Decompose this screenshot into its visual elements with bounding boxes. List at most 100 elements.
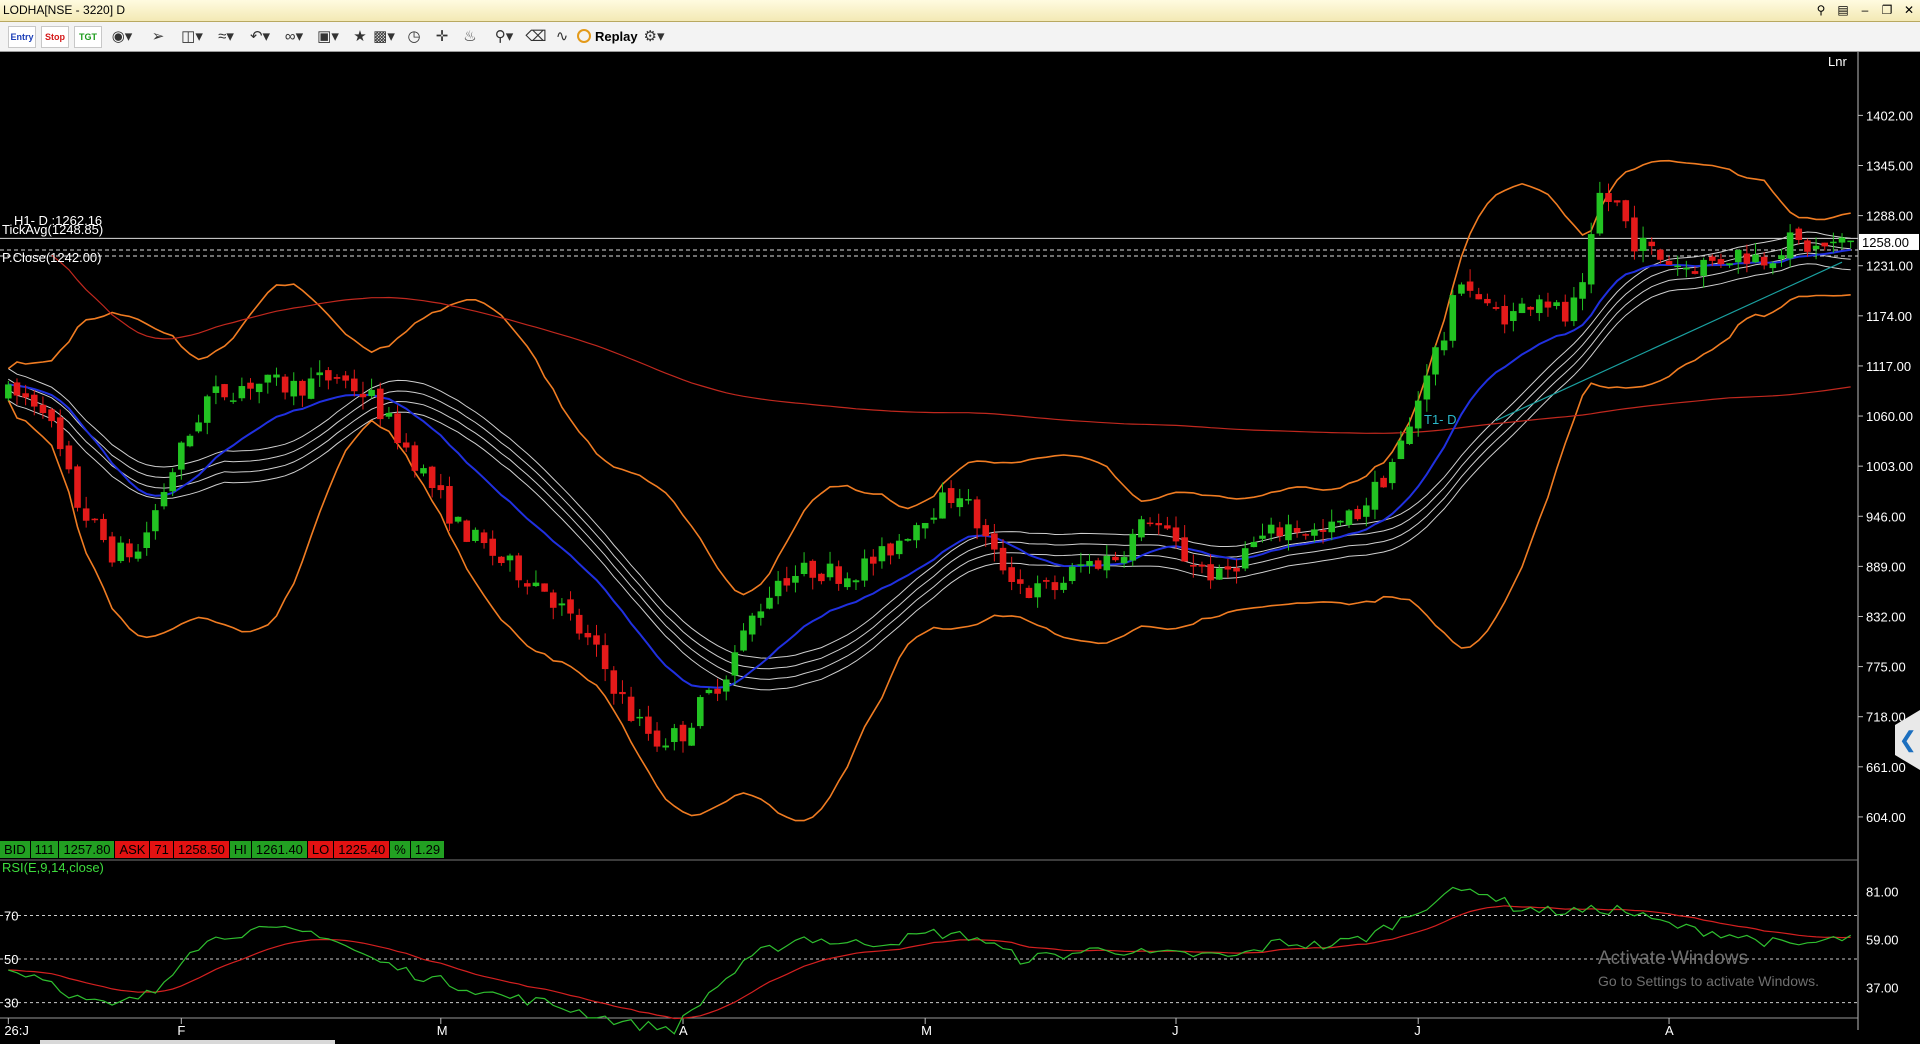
chart-icon[interactable]: ∿ bbox=[548, 26, 576, 46]
candle-body bbox=[1414, 400, 1422, 429]
candle-body bbox=[1847, 240, 1854, 243]
candle-body bbox=[1198, 564, 1206, 567]
high-value: 1261.40 bbox=[251, 841, 308, 858]
candle-body bbox=[376, 388, 384, 420]
candle-body bbox=[212, 386, 220, 393]
bid-price: 1257.80 bbox=[59, 841, 116, 858]
ask-label: ASK bbox=[115, 841, 151, 858]
candle-body bbox=[1484, 298, 1491, 304]
rsi-signal-line bbox=[8, 905, 1851, 1020]
candle-body bbox=[1363, 505, 1370, 517]
replay-button[interactable]: Replay bbox=[577, 26, 638, 46]
low-label: LO bbox=[307, 841, 335, 858]
candle-body bbox=[1017, 579, 1024, 584]
settings-dial-icon[interactable]: ◉▾ bbox=[108, 26, 136, 46]
candle-body bbox=[1250, 541, 1258, 548]
candle-body bbox=[636, 716, 644, 719]
candle-body bbox=[575, 614, 583, 634]
candle-body bbox=[1008, 567, 1015, 582]
pointer-icon[interactable]: ➢ bbox=[144, 26, 172, 46]
menu-icon[interactable]: ▤ bbox=[1836, 2, 1850, 18]
candle-body bbox=[965, 499, 972, 501]
candle-body bbox=[774, 580, 782, 597]
clock-icon[interactable]: ◷ bbox=[400, 26, 428, 46]
link-icon[interactable]: ∞▾ bbox=[280, 26, 308, 46]
candle-body bbox=[1293, 528, 1301, 533]
candle-body bbox=[1760, 256, 1768, 266]
candle-body bbox=[748, 615, 756, 635]
candle-body bbox=[1708, 256, 1716, 261]
candle-body bbox=[895, 540, 903, 555]
zoom-icon[interactable]: ⚲▾ bbox=[490, 26, 518, 46]
candle-body bbox=[627, 696, 635, 721]
candle-body bbox=[22, 393, 29, 398]
candle-body bbox=[1276, 527, 1284, 537]
candle-body bbox=[844, 578, 851, 588]
indicator-icon[interactable]: ▩▾ bbox=[370, 26, 398, 46]
bid-qty: 111 bbox=[30, 841, 60, 858]
candle-body bbox=[1510, 311, 1517, 322]
restore-icon[interactable]: ❐ bbox=[1880, 2, 1894, 18]
minimize-icon[interactable]: – bbox=[1858, 2, 1872, 18]
search-icon[interactable]: ⚲ bbox=[1814, 2, 1828, 18]
target-button[interactable]: TGT bbox=[74, 26, 102, 48]
time-tick-label: M bbox=[437, 1023, 448, 1038]
high-label: HI bbox=[229, 841, 252, 858]
delete-icon[interactable]: ⌫ bbox=[522, 26, 550, 46]
candle-body bbox=[108, 536, 116, 563]
candle-body bbox=[126, 543, 133, 558]
horizontal-scrollbar[interactable] bbox=[40, 1040, 335, 1044]
candle-body bbox=[800, 562, 808, 575]
candle-body bbox=[402, 442, 410, 448]
candle-body bbox=[169, 472, 176, 492]
candle-body bbox=[221, 384, 228, 398]
rsi-left-tick-label: 50 bbox=[4, 952, 18, 967]
candle-body bbox=[835, 566, 842, 584]
bar-type-icon[interactable]: ◫▾ bbox=[178, 26, 206, 46]
alert-bell-icon[interactable]: ♨ bbox=[456, 26, 484, 46]
replay-icon bbox=[577, 29, 591, 43]
envelope-line-0 bbox=[8, 263, 1851, 691]
undo-icon[interactable]: ↶▾ bbox=[246, 26, 274, 46]
draw-line-icon[interactable]: ≈▾ bbox=[212, 26, 240, 46]
gear-icon[interactable]: ⚙▾ bbox=[640, 26, 668, 46]
candle-body bbox=[186, 435, 194, 447]
candle-body bbox=[1077, 564, 1085, 566]
trendline bbox=[1495, 261, 1843, 421]
entry-button[interactable]: Entry bbox=[8, 26, 36, 48]
candle-body bbox=[1241, 548, 1249, 569]
candle-body bbox=[325, 370, 332, 381]
candle-body bbox=[506, 555, 514, 561]
candle-body bbox=[947, 488, 955, 503]
candle-body bbox=[697, 697, 704, 727]
candle-body bbox=[722, 679, 730, 692]
candle-body bbox=[1025, 587, 1033, 598]
candle-body bbox=[549, 592, 557, 608]
candle-body bbox=[65, 445, 73, 470]
candle-body bbox=[1164, 525, 1171, 529]
layout-icon[interactable]: ▣▾ bbox=[314, 26, 342, 46]
candle-body bbox=[160, 492, 168, 507]
candle-body bbox=[1345, 510, 1353, 525]
crosshair-icon[interactable]: ✛ bbox=[428, 26, 456, 46]
candle-body bbox=[1795, 228, 1803, 240]
candle-body bbox=[921, 522, 929, 529]
candle-body bbox=[1190, 564, 1197, 567]
candle-body bbox=[714, 688, 721, 694]
candle-body bbox=[281, 376, 289, 393]
candle-body bbox=[593, 635, 600, 645]
candle-body bbox=[645, 716, 652, 734]
candle-body bbox=[1587, 234, 1595, 285]
scale-mode-label[interactable]: Lnr bbox=[1828, 54, 1847, 69]
candle-body bbox=[662, 745, 669, 748]
candle-body bbox=[567, 599, 574, 614]
candle-body bbox=[1138, 519, 1145, 538]
candle-body bbox=[195, 422, 202, 432]
candle-body bbox=[1068, 566, 1076, 582]
candle-body bbox=[30, 394, 38, 407]
close-icon[interactable]: ✕ bbox=[1902, 2, 1916, 18]
candle-body bbox=[1812, 245, 1820, 250]
candle-body bbox=[316, 372, 323, 376]
stop-button[interactable]: Stop bbox=[41, 26, 69, 48]
candle-body bbox=[731, 652, 739, 676]
